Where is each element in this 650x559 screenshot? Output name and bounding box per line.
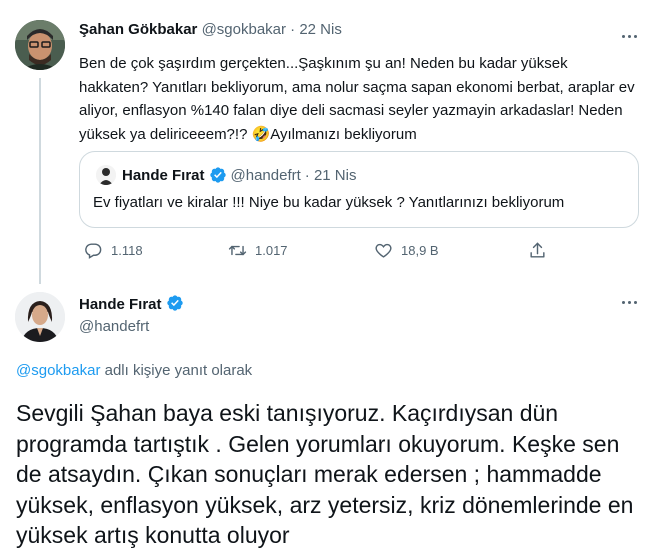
avatar[interactable] xyxy=(15,20,65,70)
reply-count: 1.118 xyxy=(111,243,143,258)
quote-author-name: Hande Fırat xyxy=(122,166,205,184)
retweet-button[interactable]: 1.017 xyxy=(228,241,288,260)
avatar-sahan-image xyxy=(15,20,65,70)
retweet-icon xyxy=(228,245,247,256)
like-count: 18,9 B xyxy=(401,243,439,258)
author-name[interactable]: Şahan Gökbakar xyxy=(79,21,197,38)
reply-icon xyxy=(85,243,102,259)
reply-header-name-row: Hande Fırat xyxy=(79,294,184,313)
reply-context-label: adlı kişiye yanıt olarak xyxy=(100,362,253,379)
quote-time: · 21 Nis xyxy=(304,166,357,184)
quote-header: Hande Fırat @handefrt · 21 Nis xyxy=(122,166,356,184)
tweet-time[interactable]: · 22 Nis xyxy=(290,21,342,38)
quote-text: Ev fiyatları ve kiralar !!! Niye bu kada… xyxy=(93,194,565,211)
more-icon[interactable] xyxy=(618,297,640,307)
retweet-count: 1.017 xyxy=(255,243,288,258)
quote-avatar xyxy=(96,165,116,185)
share-button[interactable] xyxy=(528,241,547,260)
reply-author-handle[interactable]: @handefrt xyxy=(79,318,149,335)
tweet-text: Ben de çok şaşırdım gerçekten...Şaşkınım… xyxy=(79,55,635,143)
reply-text: Sevgili Şahan baya eski tanışıyoruz. Kaç… xyxy=(16,400,634,548)
tweet-actions: 1.118 1.017 18,9 B xyxy=(84,241,564,265)
like-icon xyxy=(375,243,392,258)
reply-context-mention[interactable]: @sgokbakar xyxy=(16,362,100,379)
more-icon[interactable] xyxy=(618,31,640,41)
quoted-tweet-card[interactable] xyxy=(79,151,639,228)
thread-connector-line xyxy=(39,78,41,284)
author-handle[interactable]: @sgokbakar xyxy=(202,21,286,38)
reply-author-name[interactable]: Hande Fırat xyxy=(79,296,162,313)
reply-context: @sgokbakar adlı kişiye yanıt olarak xyxy=(16,362,252,379)
avatar-hande-image xyxy=(15,292,65,342)
verified-icon xyxy=(209,167,226,183)
avatar[interactable] xyxy=(15,292,65,342)
share-icon xyxy=(530,242,545,258)
reply-header-handle-row: @handefrt xyxy=(79,318,149,335)
like-button[interactable]: 18,9 B xyxy=(374,241,439,260)
tweet-header: Şahan Gökbakar @sgokbakar · 22 Nis xyxy=(79,21,342,38)
reply-button[interactable]: 1.118 xyxy=(84,241,143,260)
quote-author-handle: @handefrt xyxy=(230,166,301,184)
verified-icon xyxy=(167,295,183,311)
